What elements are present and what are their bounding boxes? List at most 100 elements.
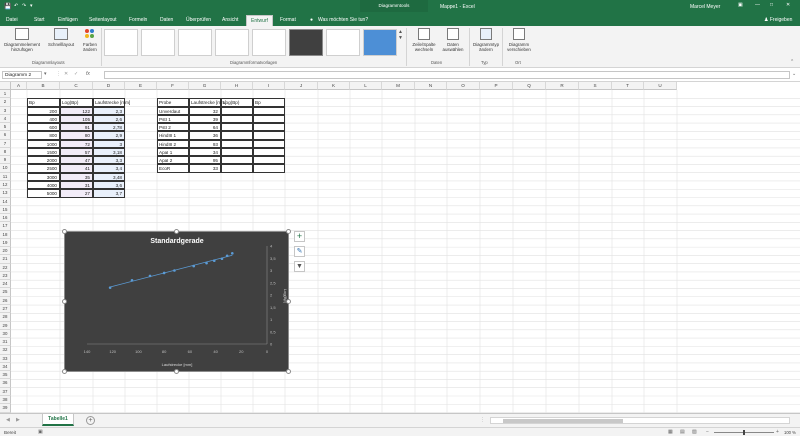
expand-formula-icon[interactable]: ⌄	[792, 71, 796, 77]
resize-handle-sw[interactable]	[62, 369, 67, 374]
row-header[interactable]: 24	[0, 280, 11, 289]
cell[interactable]: Log(Bp)	[221, 98, 253, 107]
cell[interactable]: 35	[60, 172, 93, 181]
row-header[interactable]: 21	[0, 255, 11, 264]
row-header[interactable]: 26	[0, 296, 11, 306]
cell[interactable]	[221, 114, 253, 124]
cell[interactable]: 3,18	[93, 147, 125, 157]
macro-record-icon[interactable]: ▣	[38, 429, 43, 435]
cell[interactable]	[221, 164, 253, 173]
cell[interactable]: 91	[60, 123, 93, 132]
row-header[interactable]: 4	[0, 114, 11, 124]
row-header[interactable]: 14	[0, 197, 11, 206]
cell[interactable]: 3000	[27, 172, 60, 181]
row-header[interactable]: 2	[0, 98, 11, 107]
cell[interactable]: 600	[27, 123, 60, 132]
chart-elements-button[interactable]: +	[294, 231, 305, 242]
cell[interactable]: 5000	[27, 189, 60, 198]
cell[interactable]	[253, 123, 285, 132]
cell[interactable]: 93	[189, 139, 221, 148]
select-all-corner[interactable]	[0, 82, 11, 90]
tab-datei[interactable]: Datei	[6, 17, 18, 23]
cell[interactable]: 2,9	[93, 131, 125, 140]
tab-einfuegen[interactable]: Einfügen	[58, 17, 78, 23]
cell[interactable]: 3	[93, 139, 125, 148]
save-icon[interactable]: 💾	[4, 3, 11, 10]
cell[interactable]: 2500	[27, 164, 60, 173]
cell[interactable]: 2,78	[93, 123, 125, 132]
cell[interactable]: Bp	[27, 98, 60, 107]
normal-view-icon[interactable]: ▦	[668, 429, 673, 435]
page-layout-view-icon[interactable]: ▤	[680, 429, 685, 435]
cell[interactable]: 32	[189, 106, 221, 115]
gallery-more-icon[interactable]: ▲ ▼	[398, 29, 403, 41]
cell[interactable]: 3,4	[93, 164, 125, 173]
cell[interactable]: Unverdaut	[157, 106, 189, 115]
cell[interactable]: 2,3	[93, 106, 125, 115]
chart-style-6[interactable]	[289, 29, 323, 56]
cell[interactable]: 105	[60, 114, 93, 124]
minimize-icon[interactable]: —	[755, 2, 760, 8]
row-header[interactable]: 11	[0, 172, 11, 181]
cell[interactable]: 57	[60, 147, 93, 157]
resize-handle-n[interactable]	[174, 229, 179, 234]
row-header[interactable]: 39	[0, 404, 11, 413]
row-header[interactable]: 25	[0, 288, 11, 297]
cell[interactable]: Bp	[253, 98, 285, 107]
select-data-button[interactable]: Daten auswählen	[440, 28, 466, 52]
cell[interactable]: 31	[60, 180, 93, 190]
worksheet-grid[interactable]: ABCDEFGHIJKLMNOPQRSTU 1 2 3 4 5 6 7 8 9 10 11 12 13 1…	[0, 82, 800, 413]
column-header[interactable]: Q	[513, 82, 546, 90]
row-header[interactable]: 27	[0, 305, 11, 314]
column-header[interactable]: S	[579, 82, 612, 90]
column-header[interactable]: E	[125, 82, 157, 90]
chart-style-5[interactable]	[252, 29, 286, 56]
cell[interactable]	[221, 123, 253, 132]
change-colors-button[interactable]: Farben ändern	[80, 28, 100, 52]
add-chart-element-button[interactable]: Diagrammelement hinzufügen	[2, 28, 42, 52]
cell[interactable]: Log(Bp)	[60, 98, 93, 107]
cell[interactable]: 400	[27, 114, 60, 124]
cell[interactable]	[253, 156, 285, 165]
row-header[interactable]: 7	[0, 139, 11, 148]
page-break-view-icon[interactable]: ▧	[692, 429, 697, 435]
row-header[interactable]: 31	[0, 338, 11, 347]
column-header[interactable]: C	[60, 82, 93, 90]
ribbon-options-icon[interactable]: ▣	[738, 2, 743, 8]
cell[interactable]: Laufstrecke [mm]	[93, 98, 130, 107]
close-icon[interactable]: ✕	[786, 2, 790, 8]
cell[interactable]	[221, 131, 253, 140]
column-header[interactable]: K	[318, 82, 350, 90]
chart-style-3[interactable]	[178, 29, 212, 56]
cell[interactable]: 3,6	[93, 180, 125, 190]
cell[interactable]: HindIII 1	[157, 131, 189, 140]
column-header[interactable]: O	[447, 82, 480, 90]
chart-style-8[interactable]	[363, 29, 397, 56]
enter-icon[interactable]: ✓	[74, 71, 78, 77]
cell[interactable]	[221, 147, 253, 157]
row-header[interactable]: 32	[0, 346, 11, 355]
cell[interactable]: 4000	[27, 180, 60, 190]
name-box[interactable]: Diagramm 2	[2, 71, 42, 79]
cell[interactable]: 2000	[27, 156, 60, 165]
row-header[interactable]: 34	[0, 362, 11, 372]
row-header[interactable]: 1	[0, 90, 11, 99]
row-header[interactable]: 20	[0, 247, 11, 256]
cell[interactable]: HindIII 2	[157, 139, 189, 148]
row-header[interactable]: 18	[0, 230, 11, 239]
cell[interactable]: ApaI 2	[157, 156, 189, 165]
row-header[interactable]: 5	[0, 123, 11, 132]
column-header[interactable]: H	[221, 82, 253, 90]
column-header[interactable]: G	[189, 82, 221, 90]
resize-handle-s[interactable]	[174, 369, 179, 374]
cell[interactable]	[253, 114, 285, 124]
resize-handle-nw[interactable]	[62, 229, 67, 234]
column-header[interactable]: A	[11, 82, 27, 90]
zoom-in-icon[interactable]: +	[776, 429, 779, 435]
cancel-icon[interactable]: ✕	[64, 71, 68, 77]
cell[interactable]: 36	[189, 131, 221, 140]
column-header[interactable]: P	[480, 82, 513, 90]
row-header[interactable]: 33	[0, 354, 11, 363]
cell[interactable]: 33	[189, 164, 221, 173]
row-header[interactable]: 16	[0, 214, 11, 223]
